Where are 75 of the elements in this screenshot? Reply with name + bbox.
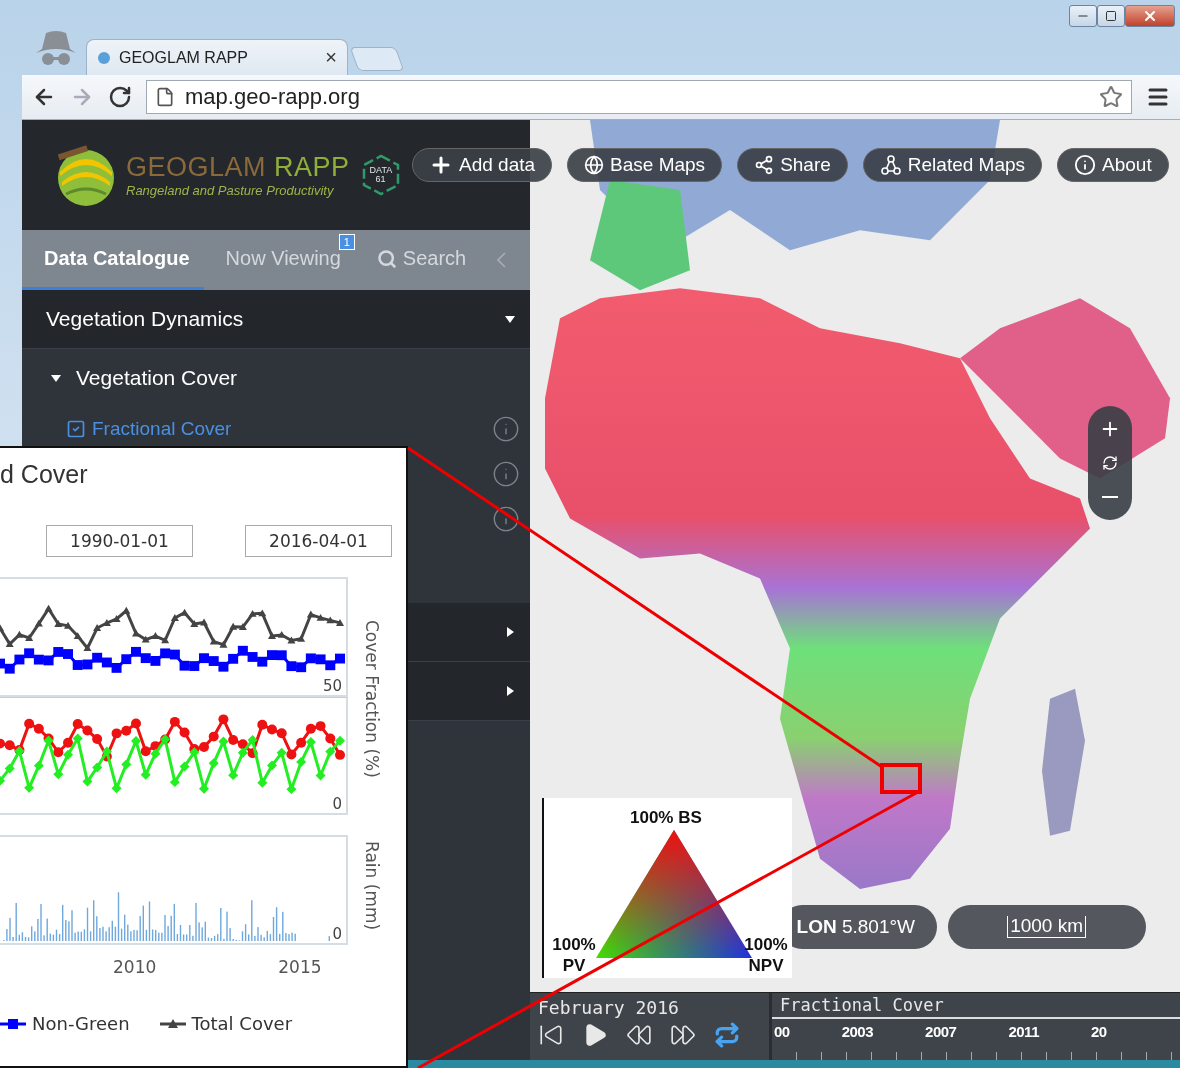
nodes-icon <box>879 154 902 176</box>
legend-label: 100% PV <box>551 935 597 976</box>
reload-icon <box>108 85 132 109</box>
layer-label[interactable]: Fractional Cover <box>92 418 486 440</box>
caret-right-icon[interactable] <box>504 626 516 638</box>
globe-icon <box>584 155 605 175</box>
year-label: 20 <box>1091 1023 1107 1042</box>
legend-label: Total Cover <box>191 1013 293 1034</box>
map-toolbar-button[interactable]: Related Maps <box>862 148 1043 182</box>
maximize-button[interactable] <box>1097 5 1125 27</box>
scale-text: 1000 km <box>1007 916 1086 938</box>
share-icon <box>754 155 775 175</box>
location-text: LON 5.801°W <box>796 916 915 938</box>
info-icon <box>492 504 520 533</box>
favicon-icon <box>97 50 111 65</box>
axis-label: Rain (mm) <box>362 840 382 931</box>
page-icon <box>155 87 175 107</box>
count-badge: 1 <box>338 234 355 250</box>
repeat-icon <box>714 1022 740 1048</box>
tab-close-button[interactable]: × <box>325 46 337 69</box>
legend-label: Non-Green <box>32 1013 130 1034</box>
year-label: 2003 <box>841 1023 874 1042</box>
browser-tab[interactable]: GEOGLAM RAPP × <box>86 39 348 75</box>
close-button[interactable] <box>1125 5 1175 27</box>
axis-tick: 50 <box>322 677 342 695</box>
refresh-icon <box>1102 455 1118 471</box>
caret-down-icon[interactable] <box>50 372 62 384</box>
maximize-icon <box>1105 10 1117 22</box>
year-label: 2011 <box>1008 1023 1039 1042</box>
logo-title: RAPP <box>274 152 350 183</box>
search-icon <box>376 248 397 269</box>
rewind-icon <box>626 1022 652 1048</box>
axis-tick: 2015 <box>278 957 322 977</box>
axis-label: Cover Fraction (%) <box>362 619 382 778</box>
rewind-button[interactable] <box>626 1022 652 1048</box>
info-icon <box>492 415 520 443</box>
legend-label: 100% NPV <box>743 935 789 976</box>
logo-subtitle: Rangeland and Pasture Productivity <box>126 183 335 198</box>
current-date: February 2016 <box>538 997 680 1018</box>
map-toolbar-button[interactable]: About <box>1057 148 1169 182</box>
chevron-left-icon <box>497 252 506 268</box>
info-button[interactable] <box>492 504 520 533</box>
info-icon <box>492 459 520 488</box>
logo-title: GEOGLAM <box>126 152 267 183</box>
group-label: Vegetation Dynamics <box>46 307 245 331</box>
tab-title: GEOGLAM RAPP <box>119 48 249 67</box>
end-date-field[interactable]: 2016-04-01 <box>245 525 392 557</box>
axis-tick: 0 <box>332 795 342 813</box>
caret-down-icon[interactable] <box>504 313 516 325</box>
year-label: 2007 <box>925 1023 957 1042</box>
minus-icon <box>1102 496 1118 498</box>
url-text: map.geo-rapp.org <box>185 84 361 110</box>
loop-button[interactable] <box>714 1022 740 1048</box>
year-label: 00 <box>774 1023 790 1042</box>
zoom-box <box>880 763 922 794</box>
caret-right-icon[interactable] <box>504 685 516 697</box>
legend-label: 100% BS <box>630 808 702 828</box>
axis-tick: 0 <box>332 925 342 943</box>
reload-button[interactable] <box>108 85 132 109</box>
bookmark-star-icon[interactable] <box>1099 85 1123 109</box>
start-date-field[interactable]: 1990-01-01 <box>46 525 193 557</box>
chart-title: d Cover <box>0 459 89 489</box>
address-bar[interactable]: map.geo-rapp.org <box>146 80 1132 114</box>
map-toolbar-button[interactable]: Share <box>737 148 848 182</box>
map-toolbar-button[interactable]: Add data <box>412 148 553 182</box>
subgroup-label[interactable]: Vegetation Cover <box>76 366 238 390</box>
info-button[interactable] <box>492 459 520 488</box>
axis-tick: 2010 <box>113 957 157 977</box>
checkbox[interactable] <box>66 419 86 439</box>
close-icon <box>1142 8 1158 24</box>
info-icon <box>1074 154 1097 176</box>
map-toolbar-button[interactable]: Base Maps <box>567 148 723 182</box>
group-header[interactable]: Vegetation Dynamics <box>22 290 530 349</box>
partner-logo-text: DATA 61 <box>369 166 392 184</box>
info-button[interactable] <box>492 415 520 443</box>
